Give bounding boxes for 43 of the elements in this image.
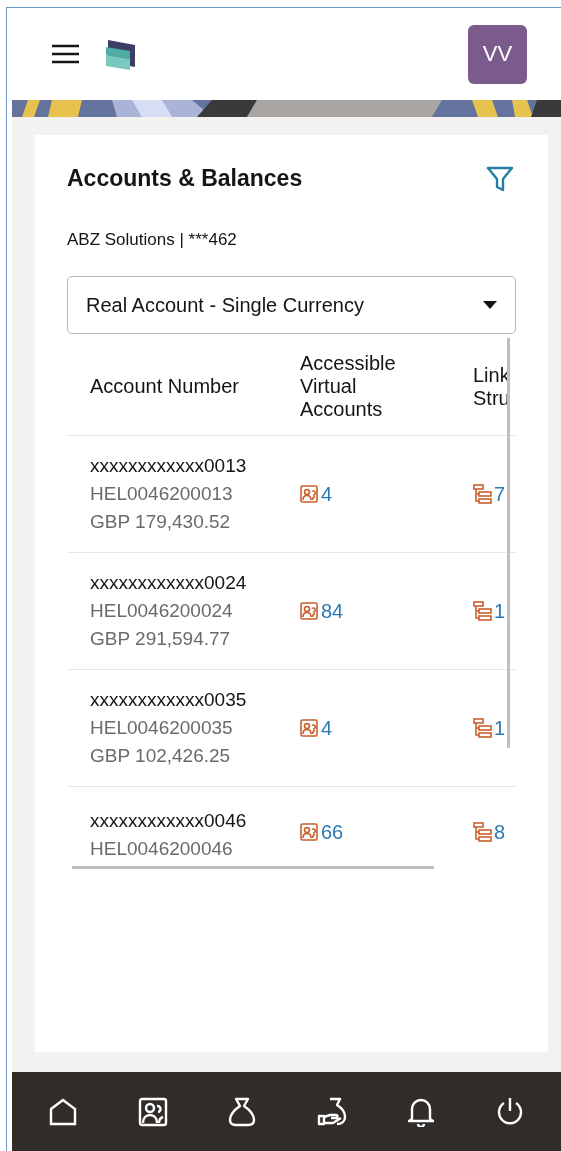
money-bag-icon[interactable] [228,1096,257,1127]
party-subtitle: ABZ Solutions | ***462 [67,230,238,250]
contact-card-icon[interactable] [138,1096,169,1127]
user-avatar[interactable]: VV [468,24,527,84]
contact-card-icon [300,823,318,841]
account-number: xxxxxxxxxxxx0035 [90,688,247,712]
filter-icon[interactable] [486,165,514,192]
virtual-accounts-link[interactable]: 4 [300,716,333,740]
account-balance: GBP 291,594.77 [90,627,231,651]
account-id: HEL0046200035 [90,716,233,740]
hierarchy-icon [473,484,493,504]
virtual-accounts-link[interactable]: 4 [300,482,333,506]
contact-card-icon [300,485,318,503]
virtual-accounts-link[interactable]: 84 [300,599,344,623]
account-balance: GBP 179,430.52 [90,510,231,534]
account-id: HEL0046200046 [90,837,233,861]
notification-bell-icon[interactable] [406,1096,435,1127]
contact-card-icon [300,602,318,620]
caret-icon [483,301,497,309]
page-title: Accounts & Balances [67,165,303,192]
virtual-accounts-link[interactable]: 66 [300,820,344,844]
linked-structures-link[interactable]: 8 [473,820,506,844]
linked-structures-link[interactable]: 1 [473,716,506,740]
vertical-scrollbar[interactable] [507,338,510,748]
home-icon[interactable] [48,1096,79,1127]
account-id: HEL0046200013 [90,482,233,506]
hierarchy-icon [473,601,493,621]
account-number: xxxxxxxxxxxx0013 [90,454,247,478]
hierarchy-icon [473,822,493,842]
contact-card-icon [300,719,318,737]
logo-icon [105,37,138,71]
account-balance: GBP 102,426.25 [90,744,231,768]
account-number: xxxxxxxxxxxx0046 [90,809,247,833]
linked-structures-link[interactable]: 7 [473,482,506,506]
account-number: xxxxxxxxxxxx0024 [90,571,247,595]
horizontal-scrollbar[interactable] [72,866,434,869]
linked-structures-link[interactable]: 1 [473,599,506,623]
menu-icon[interactable] [52,44,79,64]
column-header: Accessible Virtual Accounts [300,351,397,422]
account-type-dropdown[interactable]: Real Account - Single Currency [67,276,516,334]
hierarchy-icon [473,718,493,738]
column-header: Account Number [89,374,240,399]
account-id: HEL0046200024 [90,599,233,623]
